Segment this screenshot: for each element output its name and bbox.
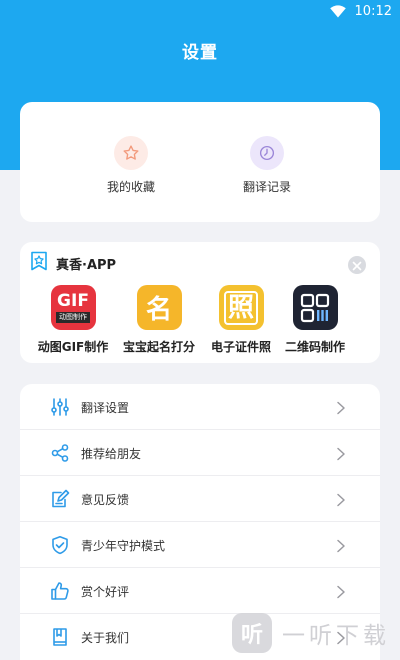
app-label: 宝宝起名打分 bbox=[122, 340, 195, 354]
app-baby-naming[interactable]: 名 宝宝起名打分 bbox=[114, 285, 204, 355]
app-label: 动图GIF制作 bbox=[37, 340, 109, 354]
share-icon bbox=[50, 443, 70, 463]
close-icon bbox=[352, 256, 362, 275]
feedback-edit-icon bbox=[50, 489, 70, 509]
shield-check-icon bbox=[50, 535, 70, 555]
apps-section-title: 真香·APP bbox=[56, 257, 117, 273]
favorites-button[interactable]: 我的收藏 bbox=[81, 136, 181, 195]
apps-header: 真香·APP bbox=[30, 251, 117, 275]
page-title: 设置 bbox=[182, 43, 218, 63]
watermark-logo-icon: 听 bbox=[232, 613, 272, 653]
close-button[interactable] bbox=[348, 256, 366, 274]
menu-label: 意见反馈 bbox=[81, 492, 130, 507]
watermark-text: 一听下载 bbox=[282, 623, 390, 649]
menu-label: 关于我们 bbox=[81, 630, 130, 645]
app-gif-maker[interactable]: GIF 动图制作 动图GIF制作 bbox=[28, 285, 118, 355]
apps-card: 真香·APP GIF 动图制作 动图GIF制作 名 宝宝起名打分 照 电子证件照 bbox=[20, 242, 380, 363]
status-time: 10:12 bbox=[354, 4, 392, 19]
qr-code-icon bbox=[292, 285, 338, 330]
gif-maker-icon: GIF 动图制作 bbox=[50, 285, 96, 330]
chevron-right-icon bbox=[336, 400, 346, 415]
favorites-label: 我的收藏 bbox=[106, 180, 155, 194]
menu-item-translation-settings[interactable]: 翻译设置 bbox=[20, 384, 380, 430]
chevron-right-icon bbox=[336, 492, 346, 507]
chevron-right-icon bbox=[336, 446, 346, 461]
book-icon bbox=[50, 627, 70, 647]
menu-item-feedback[interactable]: 意见反馈 bbox=[20, 476, 380, 522]
id-photo-icon: 照 bbox=[218, 285, 264, 330]
translation-history-button[interactable]: 翻译记录 bbox=[217, 136, 317, 195]
baby-naming-icon: 名 bbox=[136, 285, 182, 330]
wifi-icon bbox=[330, 5, 346, 22]
app-qr-code[interactable]: 二维码制作 bbox=[270, 285, 360, 355]
quick-actions-card: 我的收藏 翻译记录 bbox=[20, 102, 380, 222]
watermark: 听 一听下载 bbox=[232, 608, 396, 658]
menu-label: 推荐给朋友 bbox=[81, 446, 142, 461]
thumbs-up-icon bbox=[50, 581, 70, 601]
bookmark-star-icon bbox=[30, 251, 48, 275]
menu-label: 赏个好评 bbox=[81, 584, 130, 599]
chevron-right-icon bbox=[336, 538, 346, 553]
status-bar: 10:12 bbox=[0, 0, 400, 24]
clock-icon bbox=[250, 136, 284, 170]
chevron-right-icon bbox=[336, 584, 346, 599]
translation-history-label: 翻译记录 bbox=[242, 180, 291, 194]
app-label: 二维码制作 bbox=[284, 340, 345, 354]
menu-item-recommend-friends[interactable]: 推荐给朋友 bbox=[20, 430, 380, 476]
star-icon bbox=[114, 136, 148, 170]
menu-item-youth-mode[interactable]: 青少年守护模式 bbox=[20, 522, 380, 568]
menu-label: 翻译设置 bbox=[81, 400, 130, 415]
sliders-icon bbox=[50, 397, 70, 417]
menu-label: 青少年守护模式 bbox=[81, 538, 166, 553]
